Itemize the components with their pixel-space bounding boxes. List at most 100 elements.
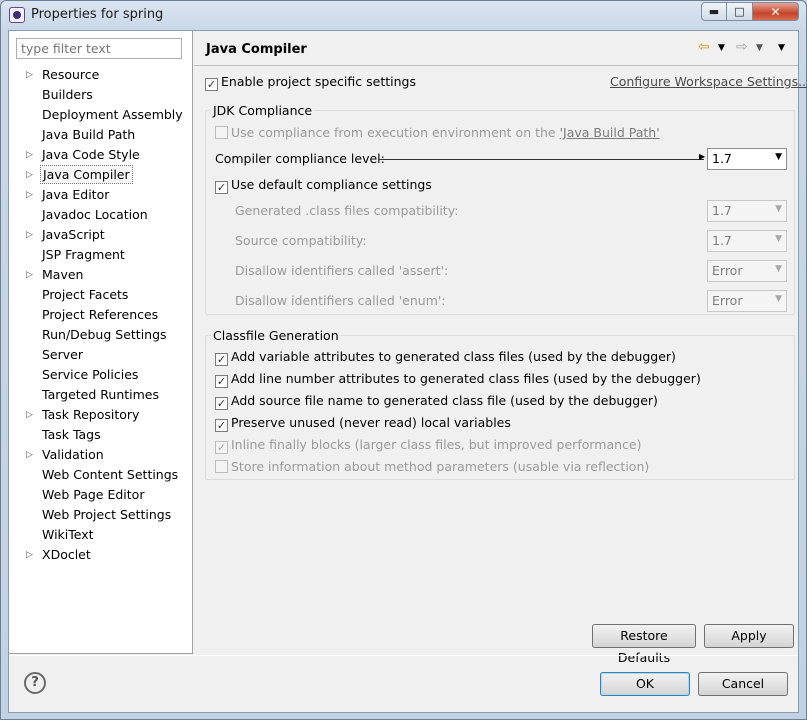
page-navigation: ⇦ ▼ ⇨ ▼ ▼: [698, 39, 794, 59]
tree-item-label: Deployment Assembly: [42, 107, 183, 122]
ok-button[interactable]: OK: [600, 672, 690, 696]
close-button[interactable]: ✕: [753, 2, 799, 21]
tree-item[interactable]: Web Page Editor: [9, 485, 193, 505]
tree-item[interactable]: JSP Fragment: [9, 245, 193, 265]
tree-item[interactable]: Web Project Settings: [9, 505, 193, 525]
tree-item[interactable]: ▷ Maven: [9, 265, 193, 285]
tree-item[interactable]: Service Policies: [9, 365, 193, 385]
tree-item-label: Builders: [42, 87, 93, 102]
tree-item-label: Project Facets: [42, 287, 129, 302]
disallow-enum-combo: Error ▼: [707, 290, 787, 312]
enable-specific-row[interactable]: ✓ Enable project specific settings: [205, 74, 416, 91]
minimize-button[interactable]: ▬: [701, 2, 727, 21]
expand-chevron-icon[interactable]: ▷: [26, 225, 33, 245]
source-compat-combo: 1.7 ▼: [707, 230, 787, 252]
tree-item-label: Javadoc Location: [42, 207, 148, 222]
tree-item[interactable]: Javadoc Location: [9, 205, 193, 225]
tree-item-label: Run/Debug Settings: [42, 327, 167, 342]
classfile-option-label: Add variable attributes to generated cla…: [231, 349, 676, 364]
classfile-option-row[interactable]: ✓ Add source file name to generated class…: [215, 393, 658, 410]
restore-defaults-button[interactable]: Restore Defaults: [592, 624, 696, 665]
cancel-button[interactable]: Cancel: [698, 672, 788, 696]
properties-window: Properties for spring ▬ □ ✕ ▷ Resource Bui…: [0, 0, 807, 720]
chevron-down-icon: ▼: [775, 204, 782, 214]
tree-item[interactable]: Server: [9, 345, 193, 365]
classfile-option-row[interactable]: ✓ Preserve unused (never read) local vari…: [215, 415, 511, 432]
use-default-checkbox[interactable]: ✓: [215, 181, 228, 194]
expand-chevron-icon[interactable]: ▷: [26, 545, 33, 565]
classfile-option-row[interactable]: ✓ Add line number attributes to generated…: [215, 371, 701, 388]
java-build-path-link[interactable]: 'Java Build Path': [560, 125, 660, 140]
tree-item[interactable]: ▷ Resource: [9, 65, 193, 85]
view-menu-icon[interactable]: ▼: [778, 43, 785, 53]
tree-item-label: Validation: [42, 447, 104, 462]
configure-workspace-link[interactable]: Configure Workspace Settings...: [610, 74, 807, 89]
forward-arrow-icon[interactable]: ⇨: [736, 39, 748, 55]
tree-item[interactable]: Web Content Settings: [9, 465, 193, 485]
eclipse-icon: [9, 7, 25, 23]
classfile-option-label: Add line number attributes to generated …: [231, 371, 701, 386]
disallow-assert-combo: Error ▼: [707, 260, 787, 282]
compliance-level-combo[interactable]: 1.7 ▼: [707, 148, 787, 170]
expand-chevron-icon[interactable]: ▷: [26, 265, 33, 285]
tree-item[interactable]: Run/Debug Settings: [9, 325, 193, 345]
tree-item-label: Web Page Editor: [42, 487, 145, 502]
forward-menu-chevron-icon[interactable]: ▼: [756, 43, 763, 53]
tree-item[interactable]: Project Facets: [9, 285, 193, 305]
tree-item-label: Targeted Runtimes: [42, 387, 159, 402]
enable-specific-label: Enable project specific settings: [221, 74, 416, 89]
window-title: Properties for spring: [31, 7, 164, 22]
title-bar: Properties for spring ▬ □ ✕: [1, 1, 806, 29]
tree-item[interactable]: Project References: [9, 305, 193, 325]
classfile-option-checkbox: [215, 460, 228, 473]
tree-item-label: Project References: [42, 307, 159, 322]
expand-chevron-icon[interactable]: ▷: [26, 405, 33, 425]
compliance-level-value: 1.7: [712, 151, 732, 166]
tree-item[interactable]: WikiText: [9, 525, 193, 545]
header-separator: [194, 65, 798, 66]
classfile-option-checkbox[interactable]: ✓: [215, 419, 228, 432]
tree-item-label: Task Tags: [42, 427, 101, 442]
tree-item[interactable]: ▷ Validation: [9, 445, 193, 465]
enable-specific-checkbox[interactable]: ✓: [205, 78, 218, 91]
tree-item-label: WikiText: [42, 527, 94, 542]
tree-item[interactable]: ▷ XDoclet: [9, 545, 193, 565]
filter-input[interactable]: [16, 38, 182, 59]
expand-chevron-icon[interactable]: ▷: [26, 185, 33, 205]
classfile-option-checkbox[interactable]: ✓: [215, 353, 228, 366]
generated-compat-combo: 1.7 ▼: [707, 200, 787, 222]
tree-item[interactable]: ▷ JavaScript: [9, 225, 193, 245]
tree-item[interactable]: Deployment Assembly: [9, 105, 193, 125]
tree-item[interactable]: Builders: [9, 85, 193, 105]
classfile-option-checkbox[interactable]: ✓: [215, 397, 228, 410]
property-tree: ▷ Resource Builders Deployment Assembly Java…: [9, 65, 193, 565]
tree-item[interactable]: Targeted Runtimes: [9, 385, 193, 405]
classfile-option-checkbox[interactable]: ✓: [215, 375, 228, 388]
classfile-option-row[interactable]: ✓ Add variable attributes to generated cl…: [215, 349, 676, 366]
apply-button[interactable]: Apply: [704, 624, 794, 648]
tree-item[interactable]: ▷ Java Code Style: [9, 145, 193, 165]
tree-item[interactable]: ▷ Java Editor: [9, 185, 193, 205]
tree-item[interactable]: Java Build Path: [9, 125, 193, 145]
classfile-option-label: Add source file name to generated class …: [231, 393, 658, 408]
maximize-button[interactable]: □: [727, 2, 753, 21]
use-default-row[interactable]: ✓ Use default compliance settings: [215, 177, 432, 194]
expand-chevron-icon[interactable]: ▷: [26, 165, 33, 185]
footer-separator: [9, 655, 798, 656]
tree-item-label: JavaScript: [42, 227, 105, 242]
tree-item-label: XDoclet: [42, 547, 91, 562]
help-icon[interactable]: ?: [24, 672, 46, 694]
tree-item[interactable]: ▷ Task Repository: [9, 405, 193, 425]
use-env-row: Use compliance from execution environmen…: [215, 125, 660, 140]
back-menu-chevron-icon[interactable]: ▼: [718, 43, 725, 53]
classfile-generation-title: Classfile Generation: [211, 328, 341, 343]
source-compat-value: 1.7: [712, 233, 732, 248]
tree-item[interactable]: ▷ Java Compiler: [9, 165, 193, 185]
tree-item[interactable]: Task Tags: [9, 425, 193, 445]
chevron-down-icon: ▼: [775, 152, 782, 162]
expand-chevron-icon[interactable]: ▷: [26, 145, 33, 165]
classfile-option-row: Store information about method parameter…: [215, 459, 649, 474]
expand-chevron-icon[interactable]: ▷: [26, 445, 33, 465]
back-arrow-icon[interactable]: ⇦: [698, 39, 710, 55]
expand-chevron-icon[interactable]: ▷: [26, 65, 33, 85]
